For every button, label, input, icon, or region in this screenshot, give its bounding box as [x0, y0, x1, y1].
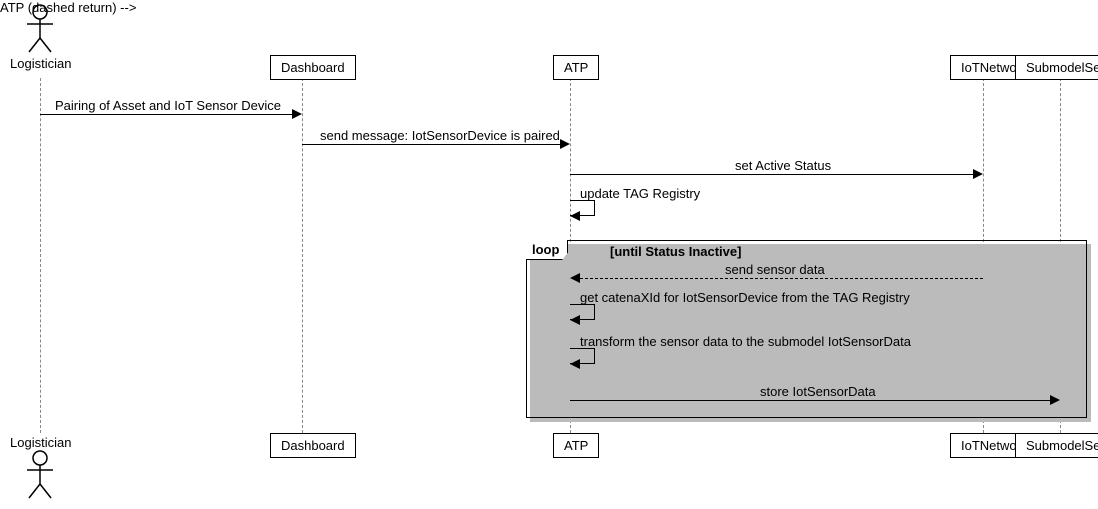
participant-dashboard-bottom: Dashboard: [270, 433, 356, 458]
participant-dashboard-top: Dashboard: [270, 55, 356, 80]
lifeline-dashboard: [302, 78, 303, 433]
participant-label: Dashboard: [281, 438, 345, 453]
arrowhead-m2: [560, 139, 570, 149]
actor-logistician-bottom: Logistician: [10, 433, 70, 500]
participant-label: ATP: [564, 60, 588, 75]
participant-label: SubmodelServer: [1026, 60, 1098, 75]
msg-updatetag: update TAG Registry: [580, 186, 700, 201]
participant-label: ATP: [564, 438, 588, 453]
arrowhead-m8: [1050, 395, 1060, 405]
participant-submodelserver-top: SubmodelServer: [1015, 55, 1098, 80]
loop-guard: [until Status Inactive]: [610, 244, 741, 259]
actor-label-top: Logistician: [10, 56, 70, 71]
arrowhead-m3: [973, 169, 983, 179]
msg-sendpaired: send message: IotSensorDevice is paired: [320, 128, 560, 143]
participant-submodelserver-bottom: SubmodelServer: [1015, 433, 1098, 458]
arrow-m5: [580, 278, 983, 279]
arrow-m1: [40, 114, 292, 115]
msg-transform: transform the sensor data to the submode…: [580, 334, 911, 349]
arrowhead-m4: [570, 211, 580, 221]
participant-atp-bottom: ATP: [553, 433, 599, 458]
arrowhead-m7: [570, 359, 580, 369]
actor-logistician-top: Logistician: [10, 4, 70, 71]
arrowhead-m6: [570, 315, 580, 325]
arrow-m8: [570, 400, 1050, 401]
participant-label: Dashboard: [281, 60, 345, 75]
loop-label: loop: [532, 242, 559, 257]
msg-storeiotsensordata: store IotSensorData: [760, 384, 876, 399]
participant-atp-top: ATP: [553, 55, 599, 80]
arrow-m2: [302, 144, 560, 145]
arrowhead-m1: [292, 109, 302, 119]
lifeline-logistician: [40, 78, 41, 433]
msg-pairing: Pairing of Asset and IoT Sensor Device: [55, 98, 281, 113]
arrow-m3: [570, 174, 973, 175]
msg-sendsensordata: send sensor data: [725, 262, 825, 277]
arrowhead-m5: [570, 273, 580, 283]
loop-tab: loop: [526, 240, 568, 260]
actor-label-bottom: Logistician: [10, 435, 70, 450]
msg-activestatus: set Active Status: [735, 158, 831, 173]
msg-getcatenaxid: get catenaXId for IotSensorDevice from t…: [580, 290, 910, 305]
participant-label: SubmodelServer: [1026, 438, 1098, 453]
